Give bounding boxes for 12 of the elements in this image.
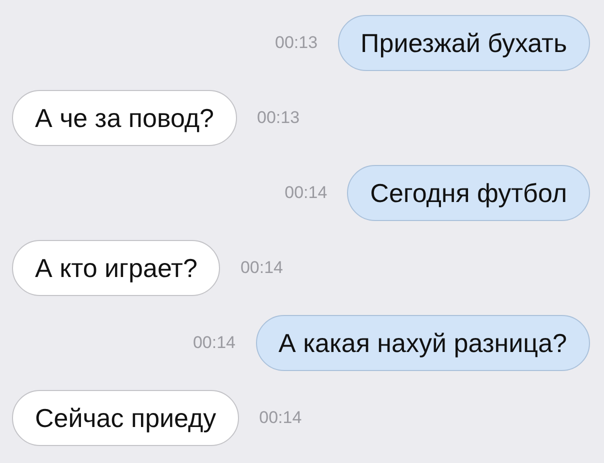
received-message-bubble: Сейчас приеду — [12, 390, 240, 446]
message-time: 00:14 — [259, 408, 302, 428]
message-time: 00:14 — [192, 333, 236, 353]
sent-message-bubble: Приезжай бухать — [338, 15, 590, 71]
message-time: 00:13 — [256, 108, 300, 128]
message-time: 00:13 — [275, 33, 318, 53]
sent-message-bubble: А какая нахуй разница? — [256, 315, 590, 371]
received-message-bubble: А че за повод? — [12, 90, 237, 146]
message-time: 00:14 — [284, 183, 328, 203]
received-message-bubble: А кто играет? — [12, 240, 220, 296]
sent-message-bubble: Сегодня футбол — [347, 165, 590, 221]
message-time: 00:14 — [240, 258, 283, 278]
